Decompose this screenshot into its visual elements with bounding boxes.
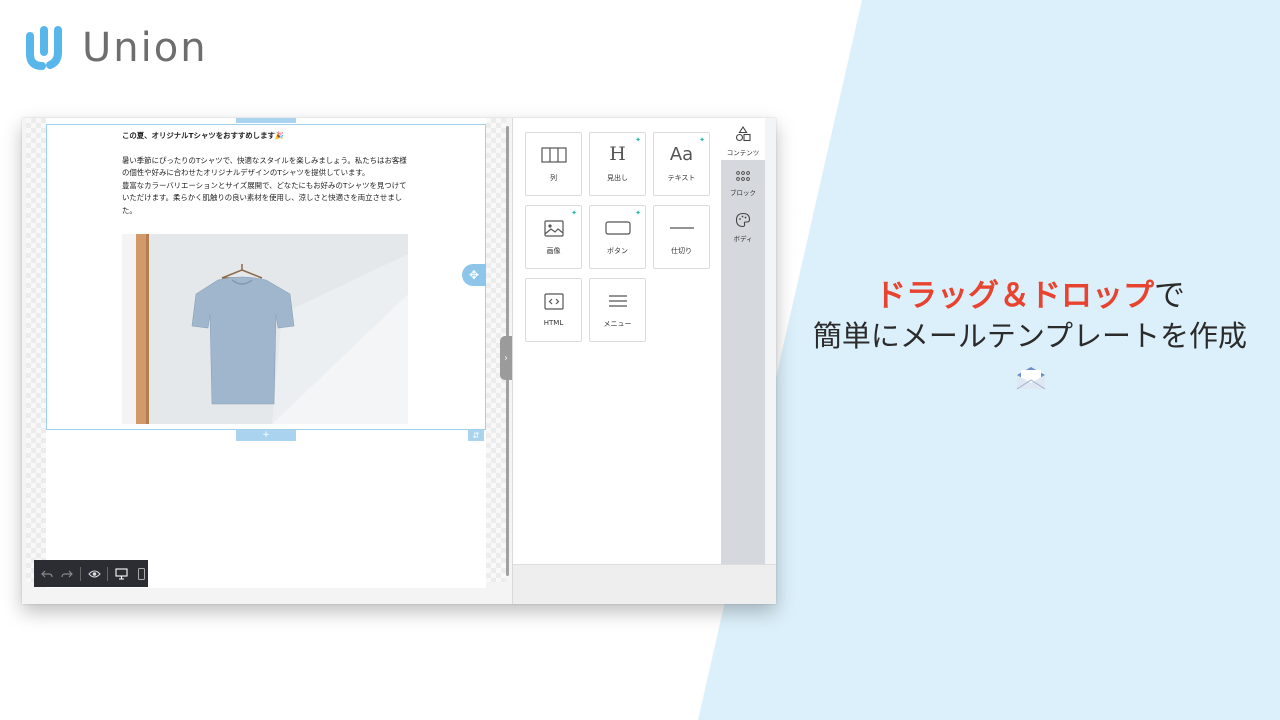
brand-logo: Union (20, 22, 208, 74)
tile-label: 列 (550, 174, 557, 182)
email-editor-window: + ⇵ ✥ この夏、オリジナルTシャツをおすすめします🎉 暑い季節にぴったりのT… (22, 118, 776, 604)
headline-emphasis: ドラッグ＆ドロップ (875, 278, 1154, 314)
tab-body[interactable]: ボディ (721, 204, 765, 246)
panel-toggle-handle[interactable]: › (500, 336, 512, 380)
tile-label: メニュー (603, 320, 632, 328)
email-paragraph-1: 暑い季節にぴったりのTシャツで、快適なスタイルを楽しみましょう。私たちはお客様の… (122, 155, 407, 178)
text-icon: Aa (669, 144, 694, 165)
sparkle-icon: ✦ (699, 136, 705, 144)
brand-name: Union (82, 25, 208, 71)
sparkle-icon: ✦ (571, 209, 577, 217)
panel-footer (513, 564, 776, 604)
tile-text[interactable]: ✦ Aa テキスト (653, 132, 710, 196)
block-options-icon[interactable]: ⇵ (468, 430, 484, 441)
tab-contents[interactable]: コンテンツ (721, 118, 765, 160)
toolbar-divider (80, 566, 81, 581)
tile-image[interactable]: ✦ 画像 (525, 205, 582, 269)
divider-icon (669, 227, 694, 229)
sparkle-icon: ✦ (635, 209, 641, 217)
mobile-view-icon[interactable] (134, 567, 148, 581)
add-block-button[interactable]: + (236, 430, 296, 441)
panel-side-tabs: コンテンツ ブロック ボディ (721, 118, 765, 564)
content-panel: 列 ✦ H 見出し ✦ Aa テキスト ✦ 画像 ✦ ボタン 仕切り HTML … (512, 118, 776, 604)
headline-line-2-text: 簡単にメールテンプレートを作成 (812, 319, 1248, 353)
headline: ドラッグ＆ドロップで 簡単にメールテンプレートを作成 (800, 276, 1260, 396)
tile-label: HTML (543, 319, 564, 327)
desktop-view-icon[interactable] (114, 567, 128, 581)
columns-icon (540, 147, 567, 163)
tile-html[interactable]: HTML (525, 278, 582, 342)
tile-label: 仕切り (671, 247, 692, 255)
headline-suffix: で (1154, 278, 1185, 314)
tab-label: ボディ (733, 235, 753, 243)
union-logo-icon (26, 26, 62, 70)
tile-divider[interactable]: 仕切り (653, 205, 710, 269)
headline-line-2: 簡単にメールテンプレートを作成 (800, 316, 1260, 396)
preview-eye-icon[interactable] (87, 567, 101, 581)
image-icon (543, 220, 564, 237)
tile-label: 見出し (607, 174, 628, 182)
content-tiles-area: 列 ✦ H 見出し ✦ Aa テキスト ✦ 画像 ✦ ボタン 仕切り HTML … (513, 118, 721, 564)
email-heading: この夏、オリジナルTシャツをおすすめします🎉 (122, 131, 285, 140)
email-image[interactable] (122, 234, 408, 424)
tab-label: ブロック (730, 189, 756, 197)
grid-dots-icon (736, 171, 750, 181)
tile-label: テキスト (667, 174, 696, 182)
email-text-block[interactable]: この夏、オリジナルTシャツをおすすめします🎉 暑い季節にぴったりのTシャツで、快… (122, 130, 412, 217)
tile-menu[interactable]: メニュー (589, 278, 646, 342)
tile-label: 画像 (546, 247, 561, 255)
button-icon (604, 221, 631, 235)
redo-icon[interactable] (60, 567, 74, 581)
heading-icon: H (609, 143, 626, 165)
tile-heading[interactable]: ✦ H 見出し (589, 132, 646, 196)
email-paragraph-2: 豊富なカラーバリエーションとサイズ展開で、どなたにもお好みのTシャツを見つけてい… (122, 180, 407, 215)
block-top-handle[interactable] (236, 118, 296, 123)
editor-bottom-toolbar (34, 560, 148, 587)
html-icon (543, 293, 564, 310)
palette-icon (735, 212, 751, 228)
canvas-margin-left (26, 118, 46, 582)
tile-columns[interactable]: 列 (525, 132, 582, 196)
headline-line-1: ドラッグ＆ドロップで (800, 276, 1260, 316)
tile-button[interactable]: ✦ ボタン (589, 205, 646, 269)
move-icon[interactable]: ✥ (462, 264, 486, 286)
tab-label: コンテンツ (726, 149, 760, 157)
tile-label: ボタン (607, 247, 628, 255)
toolbar-divider (107, 566, 108, 581)
canvas-area: + ⇵ ✥ この夏、オリジナルTシャツをおすすめします🎉 暑い季節にぴったりのT… (22, 118, 512, 604)
menu-icon (608, 295, 627, 307)
tab-blocks[interactable]: ブロック (721, 162, 765, 204)
undo-icon[interactable] (40, 567, 54, 581)
shapes-icon (735, 125, 751, 142)
envelope-icon (1016, 367, 1046, 390)
